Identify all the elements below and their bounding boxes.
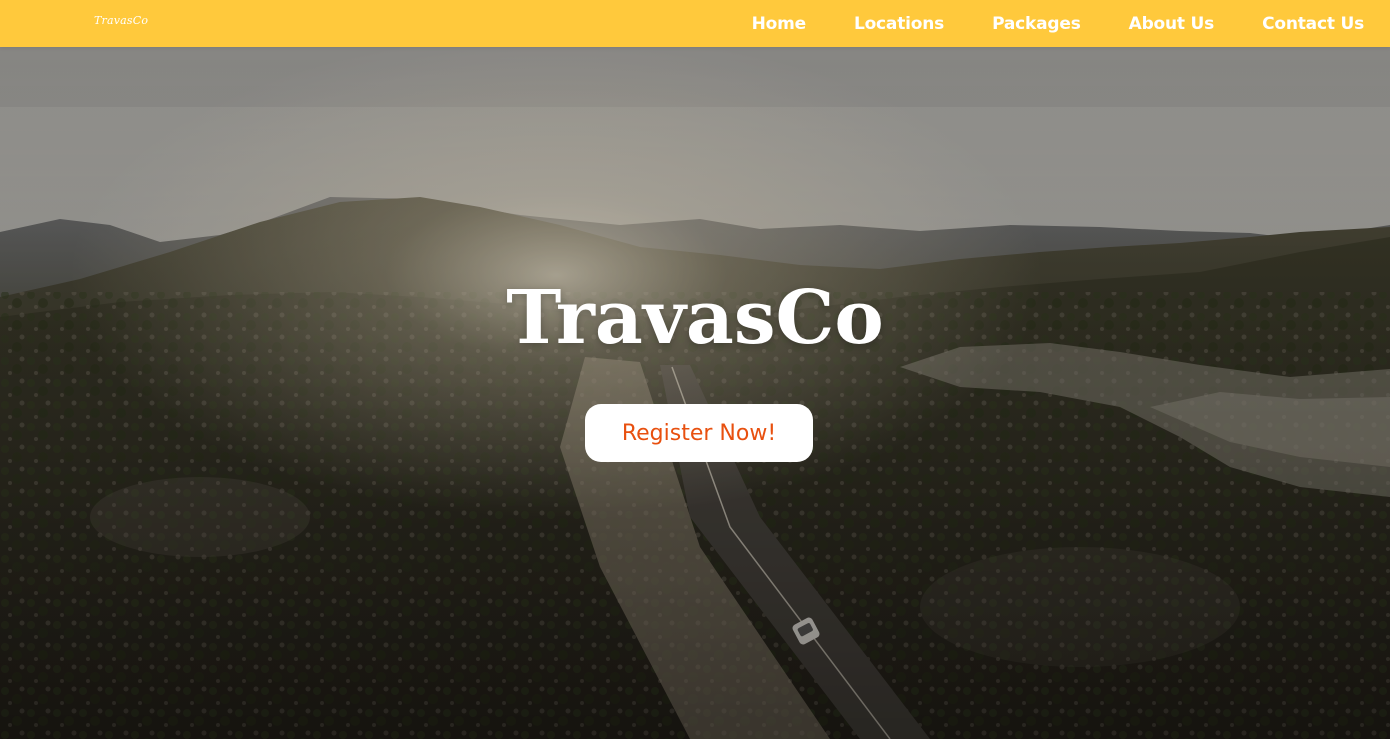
nav-link-about-us[interactable]: About Us <box>1129 14 1215 34</box>
nav-link-home[interactable]: Home <box>752 14 807 34</box>
hero-overlay <box>0 47 1390 739</box>
nav-links: Home Locations Packages About Us Contact… <box>752 0 1365 47</box>
navbar: TravasCo Home Locations Packages About U… <box>0 0 1390 47</box>
hero-section: TravasCo Register Now! <box>0 47 1390 739</box>
brand-logo[interactable]: TravasCo <box>94 14 148 27</box>
register-now-button[interactable]: Register Now! <box>585 404 813 462</box>
nav-link-contact-us[interactable]: Contact Us <box>1262 14 1364 34</box>
page: TravasCo Home Locations Packages About U… <box>0 0 1390 739</box>
hero-title: TravasCo <box>506 275 884 361</box>
nav-link-packages[interactable]: Packages <box>992 14 1081 34</box>
nav-link-locations[interactable]: Locations <box>854 14 944 34</box>
